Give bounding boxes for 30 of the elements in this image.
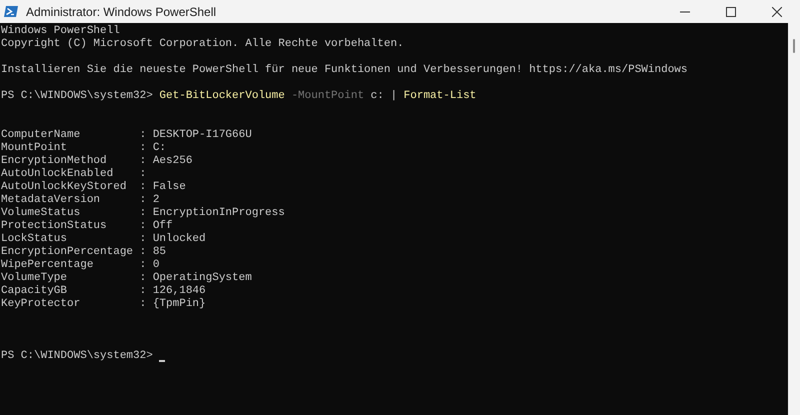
console-line: VolumeType : OperatingSystem bbox=[1, 272, 252, 285]
maximize-icon bbox=[726, 6, 736, 16]
console-line: MountPoint : C: bbox=[1, 142, 166, 155]
close-icon bbox=[772, 6, 782, 16]
prompt-text: PS C:\WINDOWS\system32> bbox=[1, 90, 153, 103]
console-line: ProtectionStatus : Off bbox=[1, 220, 173, 233]
console-line: CapacityGB : 126,1846 bbox=[1, 285, 206, 298]
console-line: AutoUnlockKeyStored : False bbox=[1, 181, 186, 194]
console-line: Windows PowerShell bbox=[1, 25, 120, 38]
console-line: EncryptionMethod : Aes256 bbox=[1, 155, 192, 168]
console-line: ComputerName : DESKTOP-I17G66U bbox=[1, 129, 252, 142]
window-title: Administrator: Windows PowerShell bbox=[26, 4, 216, 20]
powershell-icon bbox=[4, 6, 18, 17]
console-line: LockStatus : Unlocked bbox=[1, 233, 206, 246]
command-token: Format-List bbox=[404, 90, 476, 103]
scrollbar[interactable] bbox=[788, 23, 800, 415]
console-line: MetadataVersion : 2 bbox=[1, 194, 160, 207]
command-token: | bbox=[390, 90, 398, 103]
console-line: KeyProtector : {TpmPin} bbox=[1, 298, 206, 311]
console-line: VolumeStatus : EncryptionInProgress bbox=[1, 207, 285, 220]
command-token: Get-BitLockerVolume bbox=[159, 90, 285, 103]
scrollbar-thumb[interactable] bbox=[793, 39, 795, 53]
command-token: c: bbox=[370, 90, 384, 103]
console-line: Copyright (C) Microsoft Corporation. Alle Rechte vorbehalten. bbox=[1, 38, 404, 51]
console-line: AutoUnlockEnabled : bbox=[1, 168, 146, 181]
console-line: Installieren Sie die neueste PowerShell für neue Funktionen und Verbesserungen! https://aka.ms/PSWindows bbox=[1, 64, 688, 77]
prompt-text: PS C:\WINDOWS\system32> bbox=[1, 350, 153, 363]
console-line: EncryptionPercentage : 85 bbox=[1, 246, 166, 259]
console-line: WipePercentage : 0 bbox=[1, 259, 160, 272]
command-token: -MountPoint bbox=[291, 90, 364, 103]
